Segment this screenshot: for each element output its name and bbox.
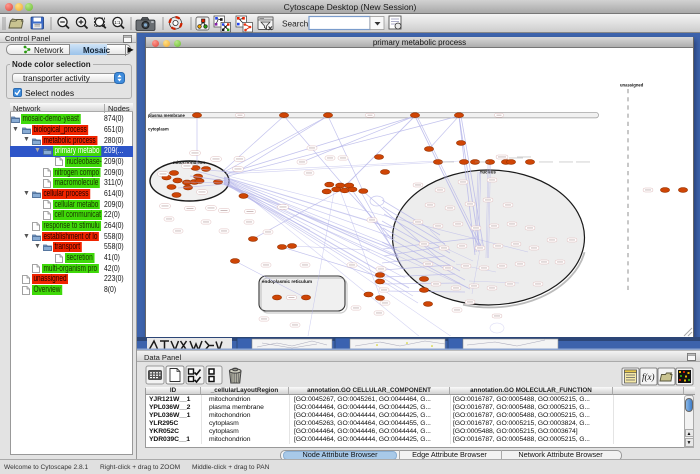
- svg-text:unassigned: unassigned: [620, 83, 644, 88]
- svg-text:Search:: Search:: [282, 19, 311, 29]
- svg-text:plasma membrane: plasma membrane: [148, 113, 185, 118]
- svg-text:f(x): f(x): [642, 372, 655, 382]
- svg-text:nucleus: nucleus: [480, 170, 496, 175]
- svg-text:1:1: 1:1: [114, 20, 121, 25]
- svg-text:cytoplasm: cytoplasm: [148, 127, 169, 132]
- svg-text:endoplasmic reticulum: endoplasmic reticulum: [262, 279, 312, 284]
